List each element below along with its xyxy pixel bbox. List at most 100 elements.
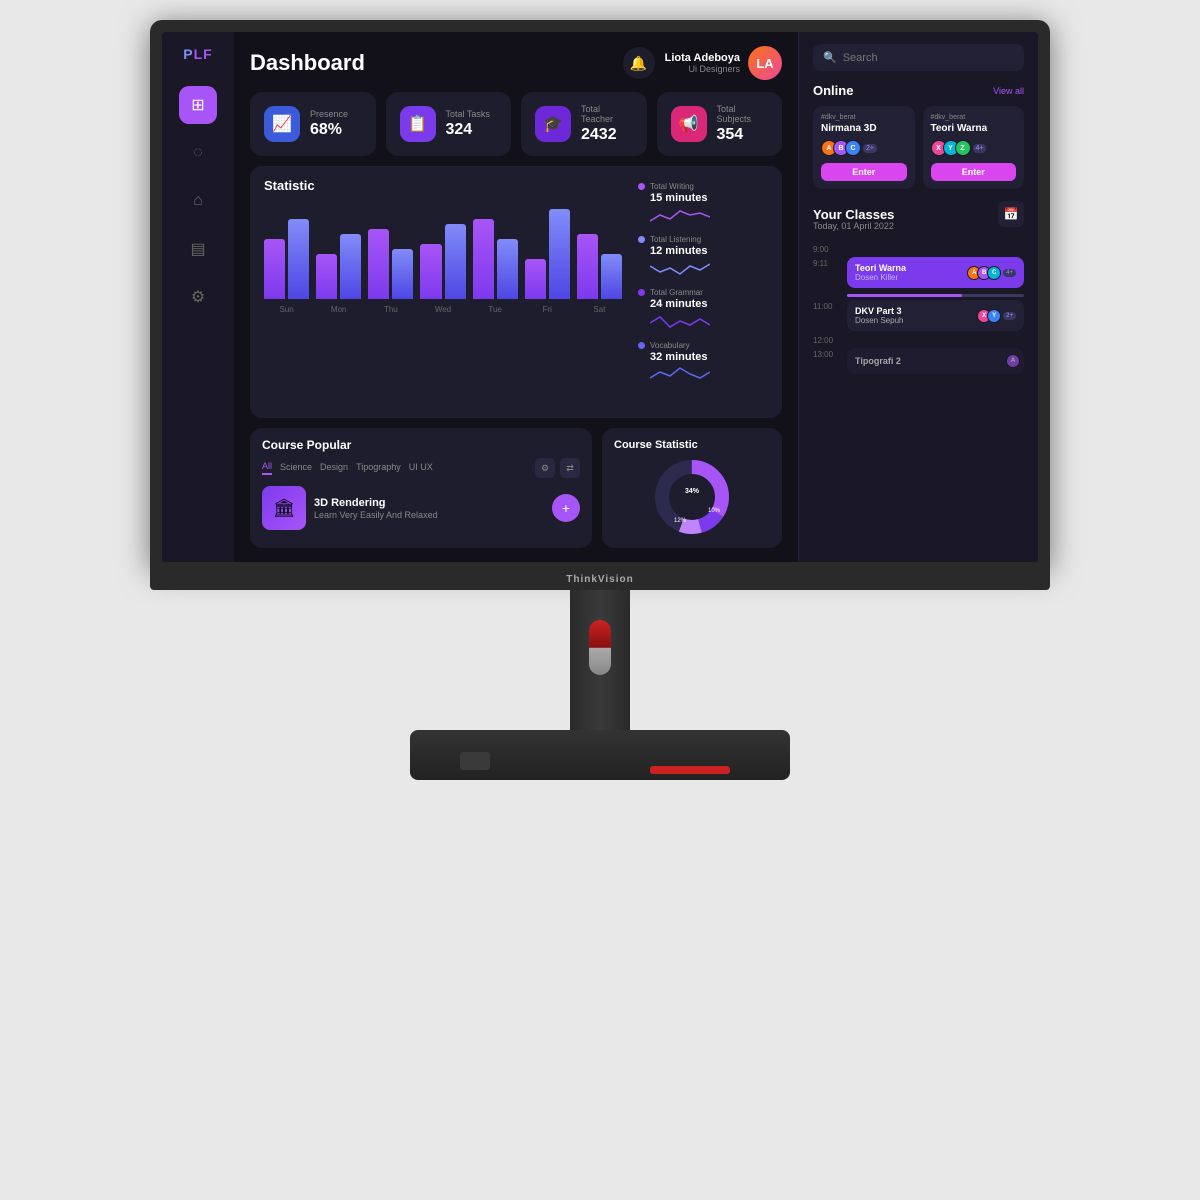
- legend-label-3: Vocabulary: [650, 341, 690, 350]
- tab-science[interactable]: Science: [280, 462, 312, 474]
- time-slot-1200: 12:00: [813, 334, 1024, 345]
- bar-blue-5: [549, 209, 570, 299]
- stat-value-subjects: 354: [717, 126, 769, 144]
- online-course-name-0: Nirmana 3D: [821, 123, 907, 134]
- legend-item-2: Total Grammar 24 minutes: [638, 288, 768, 333]
- stat-icon-tasks: 📋: [400, 106, 436, 142]
- legend-chart-1: [650, 258, 710, 280]
- sidebar-item-analytics[interactable]: ◌: [179, 134, 217, 172]
- course-statistic-section: Course Statistic 34% 10%: [602, 428, 782, 548]
- search-bar[interactable]: 🔍: [813, 44, 1024, 71]
- svg-text:12%: 12%: [674, 518, 687, 524]
- stats-row: 📈 Presence 68% 📋 Total Tasks 324: [250, 92, 782, 156]
- view-all-button[interactable]: View all: [993, 86, 1024, 96]
- chart-legend: Total Writing 15 minutes Total Listening: [638, 178, 768, 406]
- legend-chart-2: [650, 311, 710, 333]
- sidebar: PLF ⊞ ◌ ⌂ ▤ ⚙: [162, 32, 234, 562]
- time-label-1300: 13:00: [813, 350, 839, 359]
- online-course-name-1: Teori Warna: [931, 123, 1017, 134]
- sidebar-item-home[interactable]: ⌂: [179, 182, 217, 220]
- svg-text:10%: 10%: [708, 508, 721, 514]
- legend-label-2: Total Grammar: [650, 288, 703, 297]
- monitor-neck-button: [589, 620, 611, 675]
- sidebar-item-settings[interactable]: ⚙: [179, 278, 217, 316]
- enter-button-1[interactable]: Enter: [931, 163, 1017, 181]
- class-avatar-count: 4+: [1003, 269, 1016, 277]
- stat-value-tasks: 324: [446, 121, 490, 139]
- search-input[interactable]: [843, 52, 1014, 64]
- settings-btn[interactable]: ⚙: [535, 458, 555, 478]
- bar-purple-3: [420, 244, 441, 299]
- legend-label-0: Total Writing: [650, 182, 694, 191]
- time-label-1200: 12:00: [813, 336, 839, 345]
- bar-group-1: [316, 234, 361, 299]
- progress-bar-container: [847, 294, 1024, 297]
- class-teacher-teori: Dosen Killer: [855, 273, 906, 282]
- legend-value-3: 32 minutes: [650, 351, 768, 363]
- class-avatar-c: C: [987, 266, 1001, 280]
- legend-item-0: Total Writing 15 minutes: [638, 182, 768, 227]
- notification-bell[interactable]: 🔔: [623, 47, 655, 79]
- course-action-button[interactable]: +: [552, 494, 580, 522]
- stat-label-subjects: Total Subjects: [717, 104, 769, 124]
- online-header: Online View all: [813, 83, 1024, 98]
- tab-actions: ⚙ ⇄: [535, 458, 580, 478]
- bar-group-4: [473, 219, 518, 299]
- course-popular-section: Course Popular All Science Design Tipogr…: [250, 428, 592, 548]
- sidebar-item-tasks[interactable]: ▤: [179, 230, 217, 268]
- course-tag-0: #dkv_berat: [821, 114, 907, 121]
- tipo-avatar-a: A: [1006, 354, 1020, 368]
- bar-blue-6: [601, 254, 622, 299]
- time-slot-1100: 11:00 DKV Part 3 Dosen Sepuh X Y 2+: [813, 300, 1024, 331]
- stat-value-presence: 68%: [310, 121, 348, 139]
- tab-design[interactable]: Design: [320, 462, 348, 474]
- course-name: 3D Rendering: [314, 497, 544, 509]
- stat-info-teacher: Total Teacher 2432: [581, 104, 633, 144]
- bar-group-5: [525, 209, 570, 299]
- stat-card-subjects: 📢 Total Subjects 354: [657, 92, 783, 156]
- header-right: 🔔 Liota Adeboya Ui Designers LA: [623, 46, 782, 80]
- class-teacher-dkv: Dosen Sepuh: [855, 316, 903, 325]
- enter-button-0[interactable]: Enter: [821, 163, 907, 181]
- chart-day-5: Fri: [525, 305, 570, 314]
- monitor-base: [410, 730, 790, 780]
- filter-btn[interactable]: ⇄: [560, 458, 580, 478]
- stat-icon-teacher: 🎓: [535, 106, 571, 142]
- tab-uiux[interactable]: UI UX: [409, 462, 433, 474]
- course-info: 3D Rendering Learn Very Easily And Relax…: [314, 497, 544, 520]
- class-card-teori: Teori Warna Dosen Killer A B C 4+: [847, 257, 1024, 288]
- sidebar-item-dashboard[interactable]: ⊞: [179, 86, 217, 124]
- avatars-row-0: A B C 2+: [821, 140, 907, 156]
- legend-chart-3: [650, 364, 710, 386]
- course-stat-title: Course Statistic: [614, 439, 698, 451]
- class-card-info-teori: Teori Warna Dosen Killer: [855, 263, 906, 282]
- stat-value-teacher: 2432: [581, 126, 633, 144]
- online-courses-list: #dkv_berat Nirmana 3D A B C 2+ Enter #: [813, 106, 1024, 189]
- stat-card-tasks: 📋 Total Tasks 324: [386, 92, 512, 156]
- calendar-button[interactable]: 📅: [998, 201, 1024, 227]
- legend-chart-0: [650, 205, 710, 227]
- stat-icon-subjects: 📢: [671, 106, 707, 142]
- time-slot-1300: 13:00 Tipografi 2 A: [813, 348, 1024, 374]
- class-date: Today, 01 April 2022: [813, 221, 1024, 231]
- online-title: Online: [813, 83, 853, 98]
- bar-purple-5: [525, 259, 546, 299]
- monitor-bottom-bezel: ThinkVision: [150, 568, 1050, 590]
- avatar-count-1: 4+: [973, 144, 987, 153]
- bar-purple-0: [264, 239, 285, 299]
- tab-all[interactable]: All: [262, 461, 272, 475]
- bar-blue-2: [392, 249, 413, 299]
- monitor-screen: PLF ⊞ ◌ ⌂ ▤ ⚙ Dashboard 🔔 Liota: [162, 32, 1038, 562]
- course-subtitle: Learn Very Easily And Relaxed: [314, 510, 544, 520]
- course-tabs: All Science Design Tipography UI UX ⚙ ⇄: [262, 458, 580, 478]
- legend-item-1: Total Listening 12 minutes: [638, 235, 768, 280]
- app-logo: PLF: [183, 46, 212, 62]
- chart-title: Statistic: [264, 178, 622, 193]
- class-name-teori: Teori Warna: [855, 263, 906, 273]
- chart-day-2: Thu: [368, 305, 413, 314]
- search-icon: 🔍: [823, 51, 837, 64]
- chart-day-6: Sat: [577, 305, 622, 314]
- class-avatars-dkv: X Y 2+: [977, 309, 1016, 323]
- chart-day-0: Sun: [264, 305, 309, 314]
- tab-typography[interactable]: Tipography: [356, 462, 401, 474]
